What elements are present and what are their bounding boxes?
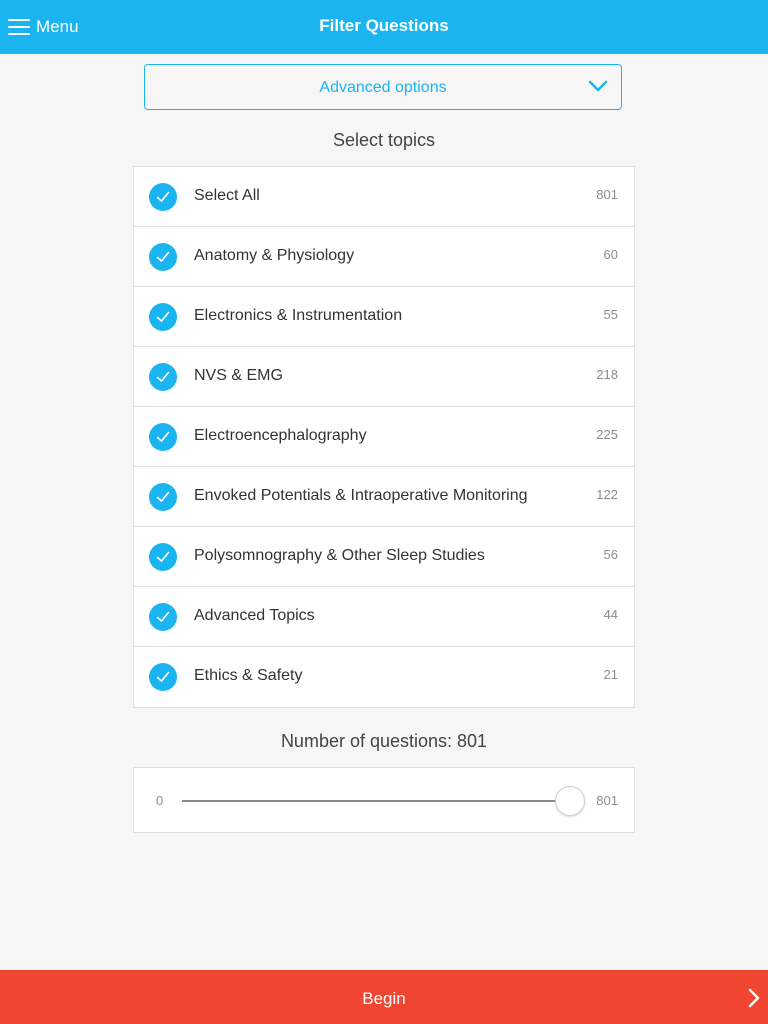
topic-row[interactable]: Anatomy & Physiology 60: [134, 227, 634, 287]
advanced-options-dropdown[interactable]: Advanced options: [144, 64, 622, 110]
topics-list: Select All 801 Anatomy & Physiology 60 Elect…: [133, 166, 635, 708]
question-count-slider-container: 0 801: [133, 767, 635, 833]
topic-count: 60: [603, 247, 618, 262]
topic-count: 122: [596, 487, 618, 502]
topic-count: 44: [603, 607, 618, 622]
checkbox-checked[interactable]: [149, 243, 177, 271]
begin-button[interactable]: Begin: [0, 970, 768, 1024]
checkmark-icon: [156, 311, 170, 322]
checkmark-icon: [156, 191, 170, 202]
topic-count: 55: [603, 307, 618, 322]
topic-row[interactable]: Electronics & Instrumentation 55: [134, 287, 634, 347]
begin-label: Begin: [362, 989, 406, 1008]
topic-row[interactable]: Electroencephalography 225: [134, 407, 634, 467]
slider-max-label: 801: [596, 793, 618, 808]
topic-row[interactable]: Envoked Potentials & Intraoperative Moni…: [134, 467, 634, 527]
checkbox-checked[interactable]: [149, 483, 177, 511]
select-topics-heading: Select topics: [332, 130, 436, 150]
topic-row[interactable]: Polysomnography & Other Sleep Studies 56: [134, 527, 634, 587]
slider-thumb[interactable]: [555, 786, 585, 816]
topic-count: 56: [603, 547, 618, 562]
checkbox-checked[interactable]: [149, 603, 177, 631]
topic-label: NVS & EMG: [194, 367, 283, 384]
chevron-down-icon: [588, 80, 608, 92]
filter-questions-screen: Menu Filter Questions Advanced options S…: [0, 0, 768, 1024]
topic-row[interactable]: NVS & EMG 218: [134, 347, 634, 407]
checkmark-icon: [156, 251, 170, 262]
topic-count: 225: [596, 427, 618, 442]
checkbox-checked[interactable]: [149, 423, 177, 451]
topic-label: Ethics & Safety: [194, 667, 303, 684]
slider-min-label: 0: [156, 793, 164, 808]
checkmark-icon: [156, 491, 170, 502]
topic-label: Electronics & Instrumentation: [194, 307, 403, 324]
topic-label: Select All: [194, 187, 260, 204]
advanced-options-label: Advanced options: [319, 79, 447, 96]
topic-label: Advanced Topics: [194, 607, 315, 624]
checkbox-checked[interactable]: [149, 303, 177, 331]
topic-count: 218: [596, 367, 618, 382]
chevron-right-icon: [748, 988, 760, 1008]
slider-track[interactable]: [182, 800, 570, 802]
nav-bar: Menu Filter Questions: [0, 0, 768, 54]
number-of-questions-heading: Number of questions: 801: [280, 731, 488, 751]
topic-label: Envoked Potentials & Intraoperative Moni…: [194, 487, 528, 504]
checkmark-icon: [156, 431, 170, 442]
topic-count: 801: [596, 187, 618, 202]
page-title: Filter Questions: [319, 16, 449, 35]
checkbox-checked[interactable]: [149, 363, 177, 391]
checkmark-icon: [156, 611, 170, 622]
checkmark-icon: [156, 671, 170, 682]
checkbox-checked[interactable]: [149, 183, 177, 211]
topic-row[interactable]: Select All 801: [134, 167, 634, 227]
checkmark-icon: [156, 371, 170, 382]
topic-row[interactable]: Advanced Topics 44: [134, 587, 634, 647]
topic-label: Polysomnography & Other Sleep Studies: [194, 547, 485, 564]
checkbox-checked[interactable]: [149, 663, 177, 691]
topic-label: Electroencephalography: [194, 427, 367, 444]
topic-row[interactable]: Ethics & Safety 21: [134, 647, 634, 707]
checkbox-checked[interactable]: [149, 543, 177, 571]
checkmark-icon: [156, 551, 170, 562]
topic-count: 21: [603, 667, 618, 682]
slider-fill: [182, 800, 570, 802]
topic-label: Anatomy & Physiology: [194, 247, 355, 264]
